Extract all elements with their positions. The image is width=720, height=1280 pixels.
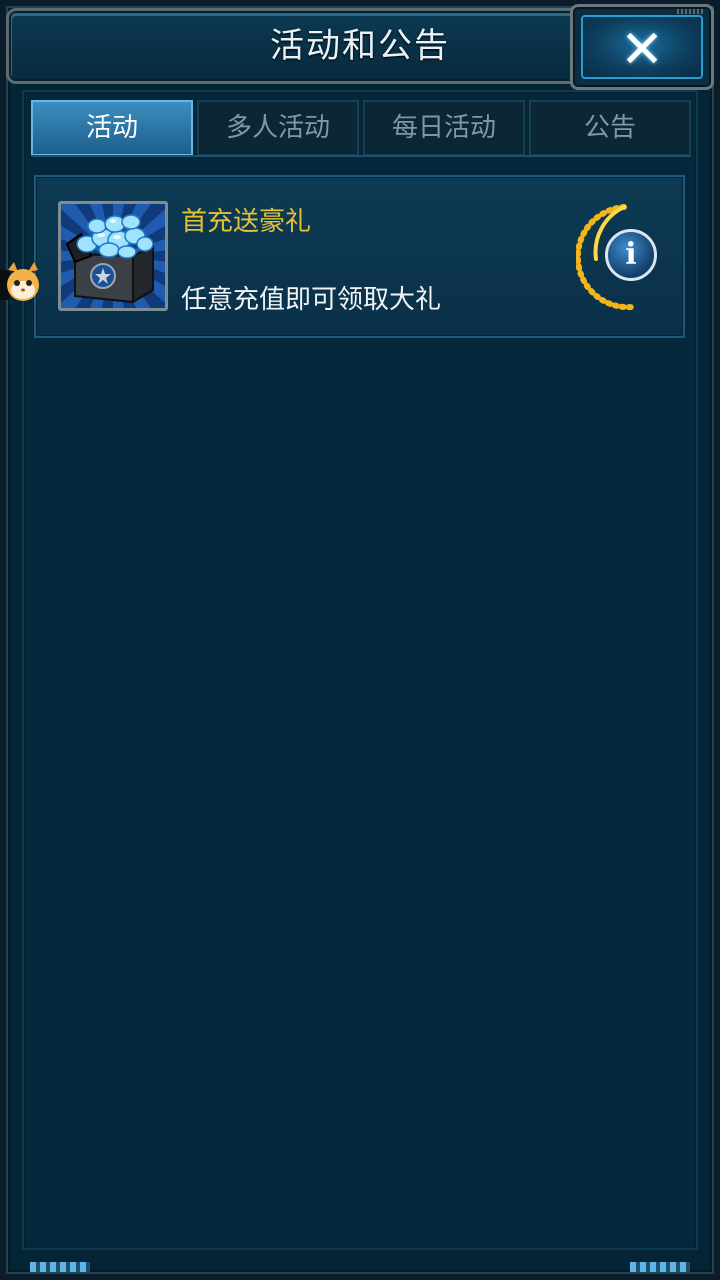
close-button[interactable]: ✕ [570, 4, 714, 90]
bottom-left-decoration [30, 1262, 90, 1272]
cat-avatar-graphic [0, 262, 39, 301]
close-button-face: ✕ [581, 15, 703, 80]
decor-dots [677, 9, 705, 14]
tab-announcements[interactable]: 公告 [529, 100, 691, 156]
diamond-chest-graphic [65, 214, 154, 304]
tab-activities[interactable]: 活动 [31, 100, 193, 156]
tab-bar: 活动 多人活动 每日活动 公告 [31, 100, 691, 156]
activity-title: 首充送豪礼 [181, 207, 312, 237]
tab-underline [31, 155, 691, 157]
bottom-right-decoration [630, 1262, 690, 1272]
activity-card[interactable]: 首充送豪礼 任意充值即可领取大礼 i [34, 175, 685, 338]
info-icon[interactable]: i [605, 229, 657, 281]
tab-daily-activities[interactable]: 每日活动 [363, 100, 525, 156]
activity-description: 任意充值即可领取大礼 [181, 285, 442, 315]
info-button-area[interactable]: i [576, 199, 676, 315]
diamond-chest-icon [58, 201, 168, 311]
tab-multiplayer-activities[interactable]: 多人活动 [197, 100, 359, 156]
cat-avatar-icon[interactable] [0, 260, 44, 308]
close-icon: ✕ [620, 20, 664, 80]
